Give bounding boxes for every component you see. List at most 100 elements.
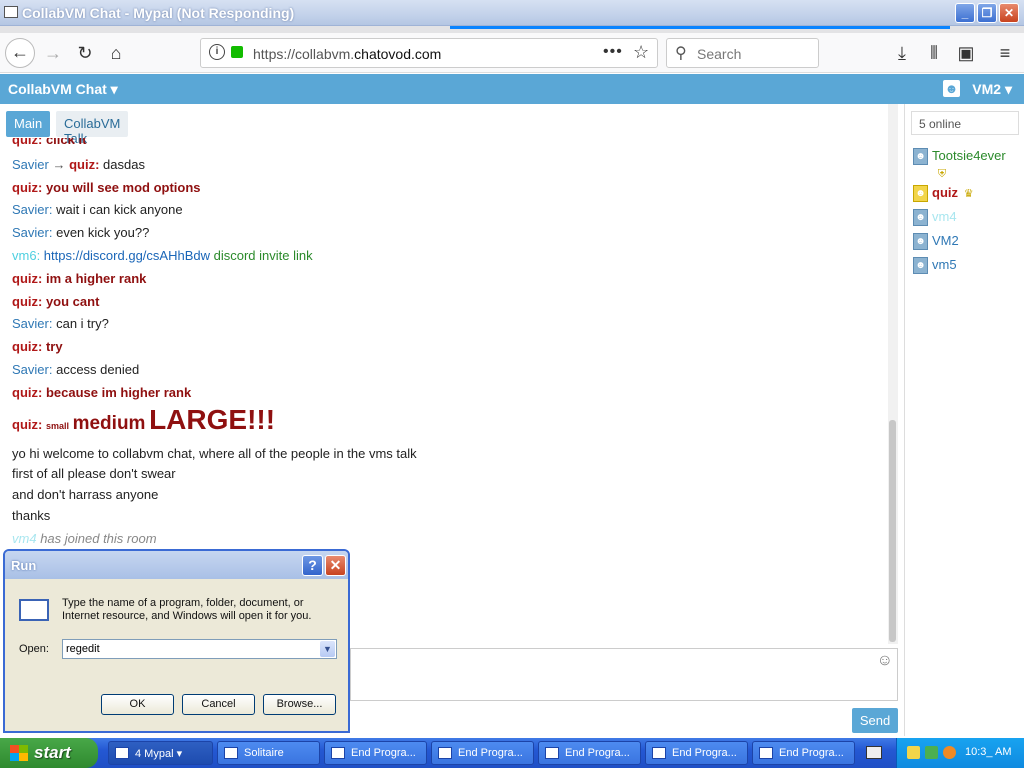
user-item[interactable]: ☻ VM2: [913, 233, 959, 251]
task-mypal[interactable]: 4 Mypal ▾: [108, 741, 213, 765]
window-icon: [331, 747, 345, 759]
chat-header: CollabVM Chat ▾ ☻ VM2 ▾: [0, 74, 1024, 104]
reload-icon[interactable]: ↻: [73, 41, 97, 65]
message: Savier: access denied: [12, 362, 140, 377]
search-placeholder: Search: [697, 46, 742, 62]
restore-button[interactable]: ❐: [977, 3, 997, 23]
search-tray-icon[interactable]: [943, 746, 956, 759]
user-item[interactable]: ☻ vm5: [913, 257, 957, 275]
user-icon: ☻: [913, 233, 928, 251]
window-icon: [652, 747, 666, 759]
forward-icon[interactable]: →: [41, 41, 65, 65]
message: thanks: [12, 508, 51, 523]
system-tray: 10:3_ AM: [896, 738, 1024, 768]
url-bar[interactable]: i https://collabvm.chatovod.com ••• ☆: [200, 38, 658, 68]
message: Savier: can i try?: [12, 316, 109, 331]
window-icon: [545, 747, 559, 759]
ok-button[interactable]: OK: [101, 694, 174, 715]
start-button[interactable]: start: [0, 738, 98, 768]
download-icon[interactable]: ⤓: [890, 41, 914, 65]
user-icon: ☻: [913, 185, 928, 203]
task-end-program[interactable]: End Progra...: [645, 741, 748, 765]
security-icon[interactable]: [907, 746, 920, 759]
smiley-icon[interactable]: ☺: [877, 652, 893, 670]
system-message: vm4 has joined this room: [12, 531, 157, 546]
close-button[interactable]: ✕: [999, 3, 1019, 23]
lock-icon: [231, 46, 243, 58]
task-solitaire[interactable]: Solitaire: [217, 741, 320, 765]
search-input[interactable]: ⚲ Search: [666, 38, 819, 68]
window-icon: [438, 747, 452, 759]
url-text[interactable]: https://collabvm.chatovod.com: [253, 46, 441, 62]
task-end-program[interactable]: End Progra...: [752, 741, 855, 765]
message: yo hi welcome to collabvm chat, where al…: [12, 446, 417, 461]
sidebar-icon[interactable]: ▣: [954, 41, 978, 65]
chevron-down-icon[interactable]: ▼: [320, 641, 335, 657]
run-icon: [19, 599, 49, 621]
tab-main[interactable]: Main: [6, 111, 51, 137]
active-tab-indicator[interactable]: [450, 26, 950, 29]
app-icon: [4, 6, 18, 18]
user-list-panel: 5 online ☻ Tootsie4ever ⛨ ☻ quiz ♛ ☻ vm4 ☻ VM…: [904, 104, 1024, 736]
message: quiz: you will see mod options: [12, 180, 201, 195]
send-button[interactable]: Send: [852, 708, 898, 733]
open-value[interactable]: regedit: [66, 643, 100, 655]
message: quiz: try: [12, 339, 63, 354]
user-item[interactable]: ☻ quiz ♛: [913, 185, 976, 203]
current-user-menu[interactable]: VM2 ▾: [972, 81, 1012, 98]
user-icon: ☻: [913, 209, 928, 227]
window-titlebar: CollabVM Chat - Mypal (Not Responding) _…: [0, 0, 1024, 26]
cancel-button[interactable]: Cancel: [182, 694, 255, 715]
message: vm6: https://discord.gg/csAHhBdw discord…: [12, 248, 313, 263]
message: quiz: because im higher rank: [12, 385, 192, 400]
message: quiz: small medium LARGE!!!: [12, 404, 276, 435]
window-icon: [759, 747, 773, 759]
run-dialog-title: Run: [11, 558, 37, 573]
window-title: CollabVM Chat - Mypal (Not Responding): [22, 5, 295, 21]
online-count: 5 online: [911, 111, 1019, 135]
message: first of all please don't swear: [12, 466, 176, 481]
windows-logo-icon: [10, 745, 28, 761]
home-icon[interactable]: ⌂: [104, 41, 128, 65]
user-item[interactable]: ☻ Tootsie4ever ⛨: [913, 148, 1006, 181]
browser-icon: [115, 747, 129, 759]
run-dialog: Run ? ✕ Type the name of a program, fold…: [3, 549, 350, 733]
solitaire-icon: [224, 747, 238, 759]
clock: 10:3_ AM: [965, 746, 1012, 758]
run-description: Type the name of a program, folder, docu…: [62, 597, 312, 622]
back-icon[interactable]: ←: [5, 38, 35, 68]
user-icon: ☻: [913, 148, 928, 166]
task-end-program[interactable]: End Progra...: [431, 741, 534, 765]
message: quiz: im a higher rank: [12, 271, 147, 286]
run-close-button[interactable]: ✕: [325, 555, 346, 576]
tab-collabvm-talk[interactable]: CollabVM Talk: [56, 111, 129, 146]
task-end-program[interactable]: End Progra...: [324, 741, 427, 765]
help-button[interactable]: ?: [302, 555, 323, 576]
keyboard-icon[interactable]: [866, 746, 882, 759]
message: Savier: wait i can kick anyone: [12, 202, 183, 217]
open-label: Open:: [19, 643, 49, 655]
message: and don't harrass anyone: [12, 487, 159, 502]
message-scrollbar[interactable]: [888, 104, 898, 644]
chat-brand-menu[interactable]: CollabVM Chat ▾: [8, 81, 118, 98]
info-icon[interactable]: i: [209, 44, 225, 60]
user-item[interactable]: ☻ vm4: [913, 209, 957, 227]
task-end-program[interactable]: End Progra...: [538, 741, 641, 765]
minimize-button[interactable]: _: [955, 3, 975, 23]
menu-icon[interactable]: ≡: [993, 41, 1017, 65]
network-icon[interactable]: [925, 746, 938, 759]
library-icon[interactable]: ⫴: [922, 41, 946, 65]
message: Savier: even kick you??: [12, 225, 150, 240]
browser-tab-strip: [0, 26, 1024, 33]
scrollbar-thumb[interactable]: [889, 420, 896, 642]
shield-icon: ⛨: [937, 168, 947, 181]
message-input[interactable]: ☺: [350, 648, 898, 701]
open-combobox[interactable]: regedit ▼: [62, 639, 337, 659]
page-actions-icon[interactable]: •••: [603, 43, 623, 61]
browse-button[interactable]: Browse...: [263, 694, 336, 715]
discord-invite-link[interactable]: https://discord.gg/csAHhBdw: [44, 248, 210, 263]
run-dialog-titlebar[interactable]: Run ? ✕: [5, 551, 348, 579]
crown-icon: ♛: [963, 188, 974, 200]
bookmark-star-icon[interactable]: ☆: [633, 42, 649, 63]
user-avatar-icon: ☻: [943, 80, 960, 97]
